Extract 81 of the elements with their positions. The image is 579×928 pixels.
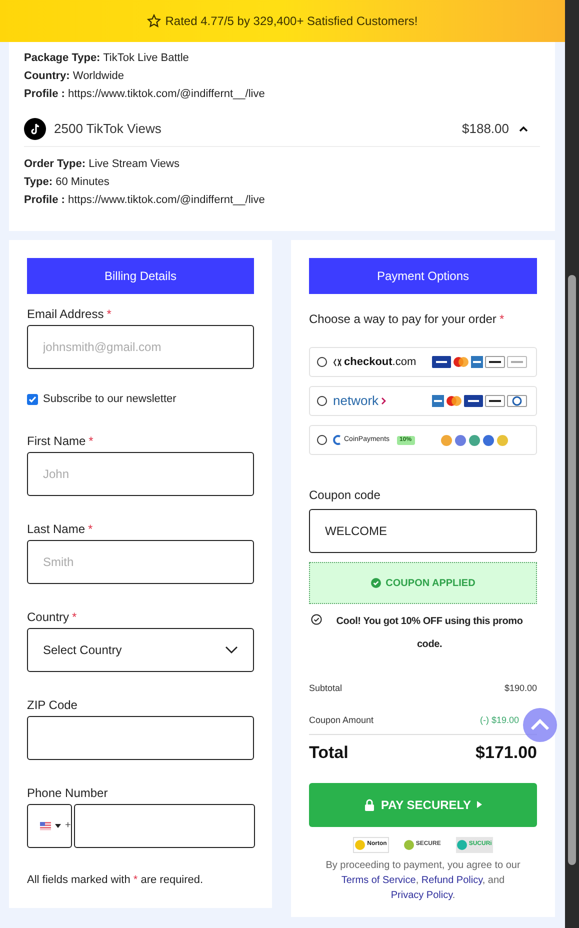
field-label: Phone Number — [27, 784, 108, 800]
required-mark: * — [88, 432, 94, 448]
field-label: Country — [27, 608, 70, 624]
item-name: 2500 TikTok Views — [54, 120, 162, 138]
total-label: Total — [309, 742, 348, 764]
radio-button[interactable] — [317, 435, 327, 445]
coupon-status: COUPON APPLIED — [386, 576, 476, 590]
checkbox-label: Subscribe to our newsletter — [43, 392, 176, 407]
input-field[interactable]: John — [27, 452, 254, 496]
payment-prompt: Choose a way to pay for your order — [309, 311, 496, 328]
section-header: Payment Options — [309, 258, 537, 294]
discount-value: (-) $19.00 — [480, 714, 519, 727]
checkbox[interactable] — [27, 394, 38, 405]
caret-icon — [55, 824, 61, 828]
field-label: Coupon code — [309, 487, 382, 504]
card-brand-icon — [453, 356, 469, 368]
required-mark: * — [106, 306, 112, 322]
radio-button[interactable] — [317, 396, 327, 406]
lock-icon — [364, 798, 375, 810]
country-select[interactable]: Select Country — [27, 628, 254, 672]
phone-input[interactable] — [74, 804, 255, 848]
field-label: First Name — [27, 432, 86, 448]
detail-line: Type: 60 Minutes — [24, 175, 110, 190]
radio-button[interactable] — [317, 357, 327, 367]
required-mark: * — [72, 608, 77, 624]
star-icon — [147, 14, 162, 28]
field-label: ZIP Code — [27, 696, 78, 712]
dial-code: + — [65, 819, 71, 833]
legal-link[interactable]: Privacy Policy — [390, 890, 452, 900]
chevron-up-icon — [530, 719, 550, 731]
subtotal-label: Subtotal — [309, 682, 342, 695]
detail-line: Order Type: Live Stream Views — [24, 157, 180, 172]
promo-message: Cool! You got 10% OFF using this promo code. — [335, 615, 524, 652]
detail-line: Profile : https://www.tiktok.com/@indiffernt__/live — [24, 193, 266, 208]
chevron-down-icon — [225, 646, 238, 654]
check-circle-icon — [311, 614, 322, 625]
input-field[interactable] — [27, 716, 254, 760]
detail-line: Package Type: TikTok Live Battle — [24, 51, 190, 66]
required-mark: * — [499, 311, 504, 328]
detail-line: Country: Worldwide — [24, 69, 126, 84]
select-value: Select Country — [43, 642, 122, 658]
brand-name: network — [333, 392, 379, 410]
required-note: All fields marked with * are required. — [27, 872, 204, 888]
card-icon — [432, 395, 444, 407]
total-value: $171.00 — [476, 742, 537, 764]
chevron-up-icon[interactable] — [519, 126, 528, 132]
visa-card-icon — [432, 356, 451, 368]
coin-logo-icon — [333, 435, 342, 445]
legal-text: By proceeding to payment, you agree to our Terms of Service, Refund Policy, and Privacy Policy. — [324, 858, 522, 902]
section-header: Billing Details — [27, 258, 254, 294]
brand-name: checkout.com — [344, 354, 416, 370]
coupon-input[interactable]: WELCOME — [309, 509, 537, 553]
banner-text: Rated 4.77/5 by 329,400+ Satisfied Customers! — [165, 13, 418, 30]
caret-right-icon — [477, 801, 482, 808]
card-icon — [507, 395, 527, 407]
legal-link[interactable]: Refund Policy — [421, 874, 482, 886]
wallet-card-icon — [485, 356, 505, 368]
payment-option[interactable]: network — [309, 386, 537, 416]
subtotal-value: $190.00 — [504, 682, 537, 695]
check-circle-icon — [370, 578, 381, 588]
chevron-right-icon — [380, 397, 386, 405]
field-label: Last Name — [27, 520, 86, 536]
visa-card-icon — [464, 395, 483, 407]
country-code-dropdown[interactable]: + — [27, 804, 72, 848]
required-mark: * — [88, 520, 93, 536]
item-price: $188.00 — [462, 120, 509, 138]
card-brand-icon — [446, 395, 462, 407]
wallet-card-icon — [507, 356, 527, 368]
field-label: Email Address — [27, 306, 104, 322]
flag-icon — [40, 822, 51, 830]
wallet-card-icon — [485, 395, 505, 407]
card-icon — [471, 356, 483, 368]
input-field[interactable]: johnsmith@gmail.com — [27, 325, 254, 369]
discount-label: Coupon Amount — [309, 714, 374, 727]
legal-link[interactable]: Terms of Service — [341, 874, 416, 886]
scrollbar[interactable] — [565, 0, 579, 928]
brand-mark-icon — [333, 358, 342, 366]
tiktok-icon — [24, 118, 46, 140]
detail-line: Profile : https://www.tiktok.com/@indiffernt__/live — [24, 87, 266, 102]
input-field[interactable]: Smith — [27, 540, 254, 584]
payment-option[interactable]: checkout.com — [309, 347, 537, 377]
